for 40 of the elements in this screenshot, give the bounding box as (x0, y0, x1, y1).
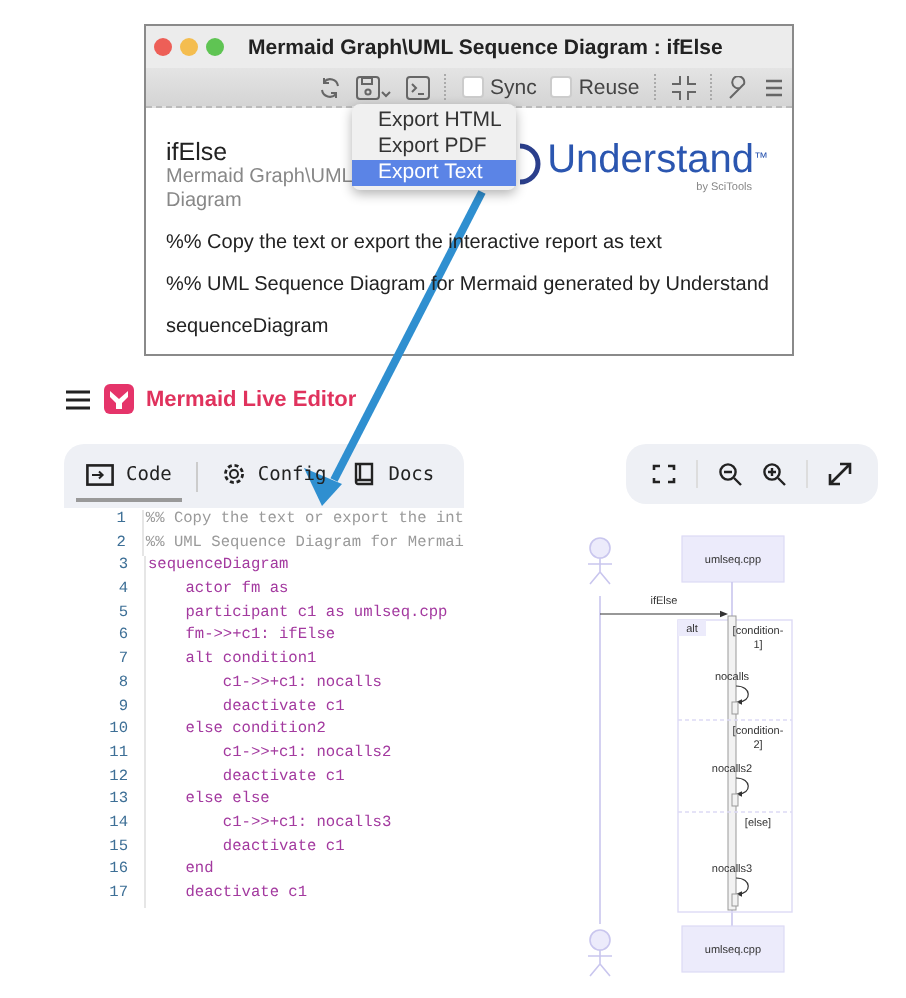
self-message-arrow (735, 777, 749, 797)
report-text-line: sequenceDiagram (166, 314, 329, 340)
book-icon (354, 461, 377, 487)
zoom-out-icon[interactable] (718, 462, 742, 486)
menu-icon[interactable] (66, 389, 90, 409)
checkbox-label: Sync (490, 75, 537, 99)
message-arrow (599, 610, 728, 618)
frame-label-tab (678, 620, 706, 636)
zoom-in-icon[interactable] (762, 462, 786, 486)
report-title: ifElse (166, 138, 230, 166)
actor-icon (587, 929, 613, 977)
save-icon[interactable] (356, 75, 392, 99)
fit-icon[interactable] (652, 464, 676, 484)
self-message-arrow (735, 877, 749, 897)
report-subtitle: Mermaid Graph\UML (166, 166, 353, 190)
menu-item[interactable]: Export HTML (352, 108, 516, 134)
app-title: Mermaid Live Editor (146, 387, 357, 411)
refresh-icon[interactable] (318, 75, 342, 99)
actor-icon (587, 537, 613, 585)
terminal-icon[interactable] (406, 75, 430, 99)
logo-icon (104, 384, 134, 414)
logo-name: Understand (547, 138, 754, 182)
window-title: Mermaid Graph\UML Sequence Diagram : ifElse (248, 35, 723, 59)
checkbox[interactable] (462, 76, 484, 98)
checkbox[interactable] (550, 76, 573, 98)
self-message-arrow (735, 685, 749, 705)
participant-box (681, 535, 785, 583)
menu-item[interactable]: Export PDF (352, 134, 516, 160)
close-button[interactable] (154, 38, 172, 56)
tab[interactable]: Docs (344, 449, 445, 503)
code-icon (86, 463, 114, 485)
tab[interactable]: Code (76, 451, 182, 501)
gear-icon (221, 462, 246, 486)
report-subtitle: Diagram (166, 190, 244, 214)
menu-item[interactable]: Export Text (352, 160, 516, 186)
logo-icon (515, 142, 544, 186)
checkbox-label: Reuse (578, 75, 640, 99)
collapse-icon[interactable] (671, 75, 696, 99)
participant-box (681, 925, 785, 973)
expand-icon[interactable] (828, 462, 852, 486)
